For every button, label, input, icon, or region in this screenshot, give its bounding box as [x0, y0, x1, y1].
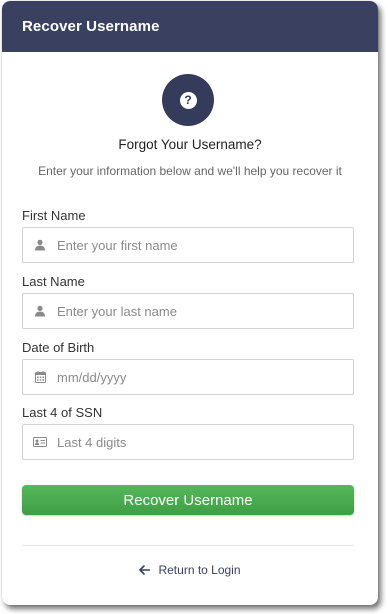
first-name-label: First Name	[22, 208, 86, 223]
last-name-label: Last Name	[22, 274, 85, 289]
last-name-field-wrap	[22, 293, 354, 329]
return-to-login-link[interactable]: Return to Login	[2, 563, 378, 577]
dob-field-wrap	[22, 359, 354, 395]
first-name-field-wrap	[22, 227, 354, 263]
first-name-input[interactable]	[57, 228, 353, 262]
question-circle-icon: ?	[162, 74, 214, 126]
form-heading: Forgot Your Username?	[118, 137, 262, 152]
arrow-left-icon	[139, 564, 151, 577]
ssn-label: Last 4 of SSN	[22, 405, 103, 420]
dob-label: Date of Birth	[22, 340, 95, 355]
card-header: Recover Username	[2, 1, 378, 52]
divider	[22, 545, 354, 546]
id-card-icon	[23, 437, 57, 447]
dob-input[interactable]	[57, 360, 353, 394]
last-name-input[interactable]	[57, 294, 353, 328]
ssn-input[interactable]	[57, 425, 353, 459]
page-title: Recover Username	[22, 18, 160, 35]
calendar-icon	[23, 371, 57, 383]
recover-username-button[interactable]: Recover Username	[22, 485, 354, 515]
user-icon	[23, 239, 57, 251]
form-subheading: Enter your information below and we'll h…	[38, 164, 342, 178]
recover-username-card: Recover Username ? Forgot Your Username?…	[2, 1, 378, 605]
user-icon	[23, 305, 57, 317]
ssn-field-wrap	[22, 424, 354, 460]
return-to-login-label: Return to Login	[158, 563, 241, 577]
